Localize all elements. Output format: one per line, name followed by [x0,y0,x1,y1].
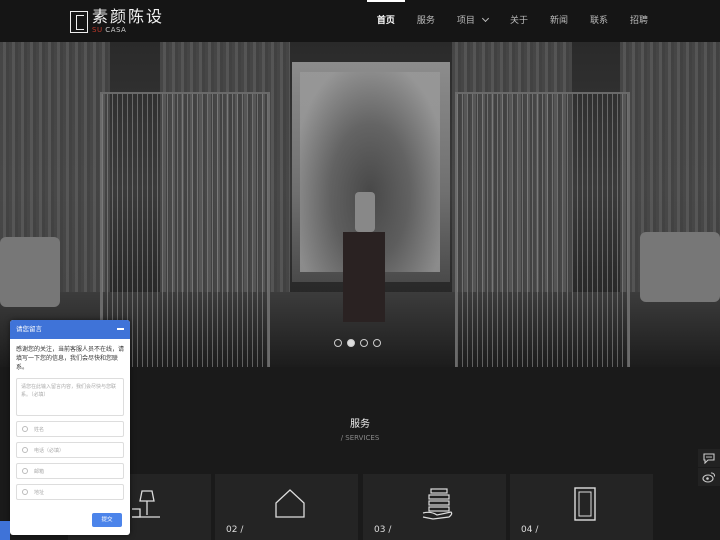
vase [355,192,375,232]
nav-item-news[interactable]: 新闻 [550,0,568,42]
logo[interactable]: 素颜陈设 SU CASA [70,9,164,34]
minimize-icon[interactable] [117,328,124,330]
user-icon [22,426,28,432]
nav-item-services[interactable]: 服务 [417,0,435,42]
frame-icon [574,487,596,521]
name-field[interactable]: 姓名 [16,421,124,437]
chat-header[interactable]: 请您留言 [10,320,130,339]
sofa-right [640,232,720,302]
chevron-down-icon [481,14,489,23]
carousel-dot-1[interactable] [334,339,342,347]
main-nav: 首页 服务 项目 关于 新闻 联系 招聘 [355,0,648,42]
chat-widget: 请您留言 感谢您的关注，当前客服人员不在线，请填写一下您的信息，我们会尽快和您联… [10,320,130,535]
carousel-dot-3[interactable] [360,339,368,347]
message-textarea[interactable]: 请您在此输入留言内容，我们会尽快与您联系。（必填） [16,378,124,416]
chat-title: 请您留言 [16,325,42,333]
chat-side-button[interactable] [698,449,720,467]
logo-mark-icon [70,10,88,33]
service-card-2[interactable]: 02 / [215,474,358,540]
weibo-icon [702,472,716,483]
hero-carousel[interactable] [0,42,720,367]
carousel-dot-2[interactable] [347,339,355,347]
mail-icon [22,468,28,474]
house-icon [275,489,305,518]
site-header: 素颜陈设 SU CASA 首页 服务 项目 关于 新闻 联系 招聘 [0,0,720,42]
service-card-3[interactable]: 03 / [363,474,506,540]
phone-icon [22,447,28,453]
stack-hand-icon [422,488,453,520]
sofa-left [0,237,60,307]
service-card-number: 02 / [226,525,244,535]
location-icon [22,489,28,495]
address-field[interactable]: 地址 [16,484,124,500]
nav-item-careers[interactable]: 招聘 [630,0,648,42]
nav-item-about[interactable]: 关于 [510,0,528,42]
phone-field[interactable]: 电话（必填） [16,442,124,458]
logo-en-text: SU CASA [92,26,127,34]
nav-item-projects[interactable]: 项目 [457,0,489,42]
nav-item-contact[interactable]: 联系 [590,0,608,42]
weibo-side-button[interactable] [698,468,720,486]
email-field[interactable]: 邮箱 [16,463,124,479]
logo-cn-text: 素颜陈设 [92,7,165,26]
carousel-dot-4[interactable] [373,339,381,347]
service-card-number: 04 / [521,525,539,535]
service-card-4[interactable]: 04 / [510,474,653,540]
chat-launcher[interactable] [0,521,10,540]
service-card-number: 03 / [374,525,392,535]
metal-screen-right [455,92,630,367]
carousel-dots [334,339,386,347]
chat-bubble-icon [703,453,715,464]
nav-item-home[interactable]: 首页 [366,0,405,42]
pedestal [343,232,385,322]
chat-message: 感谢您的关注，当前客服人员不在线，请填写一下您的信息，我们会尽快和您联系。 [16,346,125,371]
lamp-icon [132,490,160,518]
submit-button[interactable]: 提交 [92,513,122,527]
